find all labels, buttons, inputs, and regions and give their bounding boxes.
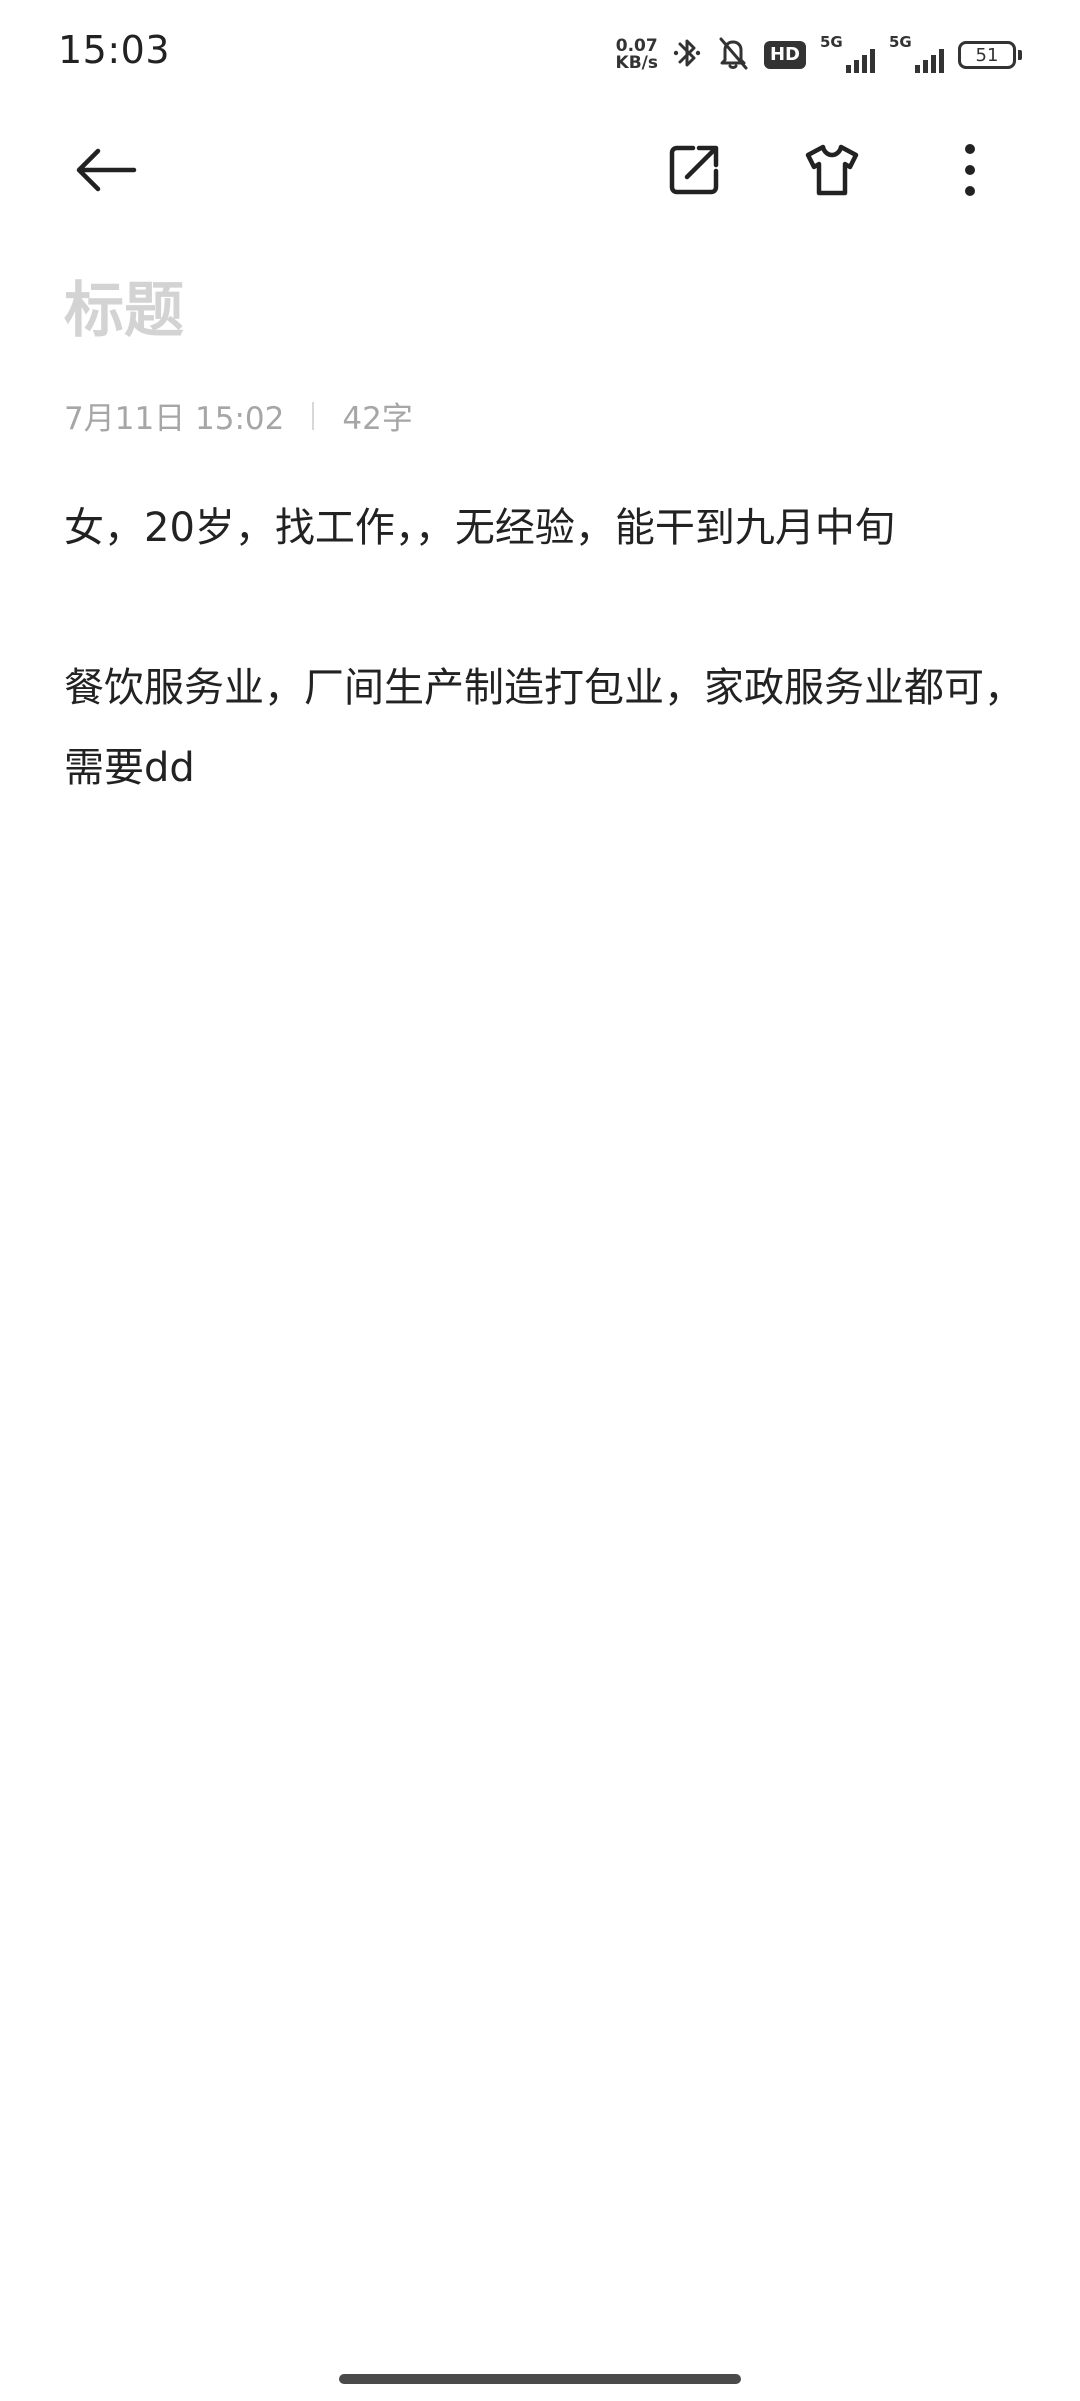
status-bar: 15:03 0.07 KB/s HD 5G 5G 51 bbox=[0, 0, 1080, 110]
network-speed-unit: KB/s bbox=[615, 53, 658, 73]
status-icons: 0.07 KB/s HD 5G 5G 51 bbox=[616, 30, 1022, 80]
more-vertical-icon bbox=[965, 144, 975, 196]
network-type-label: 5G bbox=[820, 33, 843, 51]
share-external-icon bbox=[669, 145, 719, 195]
share-button[interactable] bbox=[654, 130, 734, 210]
signal-bars-icon bbox=[846, 49, 875, 73]
battery-icon: 51 bbox=[958, 41, 1022, 69]
note-meta: 7月11日 15:02 42字 bbox=[64, 393, 413, 438]
hd-voice-badge: HD bbox=[763, 41, 806, 69]
bell-muted-icon bbox=[716, 35, 750, 75]
note-date: 7月11日 15:02 bbox=[64, 401, 285, 437]
status-time: 15:03 bbox=[58, 28, 171, 72]
note-word-count: 42字 bbox=[342, 401, 413, 437]
theme-button[interactable] bbox=[792, 130, 872, 210]
note-body-editor[interactable]: 女，20岁，找工作，，无经验，能干到九月中旬 餐饮服务业，厂间生产制造打包业，家… bbox=[64, 488, 1024, 808]
note-paragraph: 女，20岁，找工作，，无经验，能干到九月中旬 bbox=[64, 505, 895, 551]
network-speed: 0.07 KB/s bbox=[616, 38, 658, 72]
battery-level: 51 bbox=[958, 41, 1016, 69]
signal-bars-icon bbox=[915, 49, 944, 73]
signal-strength-sim2: 5G bbox=[889, 33, 944, 73]
back-button[interactable] bbox=[66, 130, 146, 210]
more-options-button[interactable] bbox=[930, 130, 1010, 210]
empty-line bbox=[64, 568, 1024, 648]
meta-divider bbox=[312, 401, 315, 430]
network-type-label: 5G bbox=[889, 33, 912, 51]
note-title-input[interactable]: 标题 bbox=[64, 262, 184, 349]
home-indicator[interactable] bbox=[339, 2374, 741, 2384]
tshirt-icon bbox=[805, 144, 859, 196]
note-paragraph: 餐饮服务业，厂间生产制造打包业，家政服务业都可，需要dd bbox=[64, 665, 1024, 791]
signal-strength-sim1: 5G bbox=[820, 33, 875, 73]
arrow-left-icon bbox=[76, 148, 137, 192]
bluetooth-icon bbox=[672, 35, 702, 75]
